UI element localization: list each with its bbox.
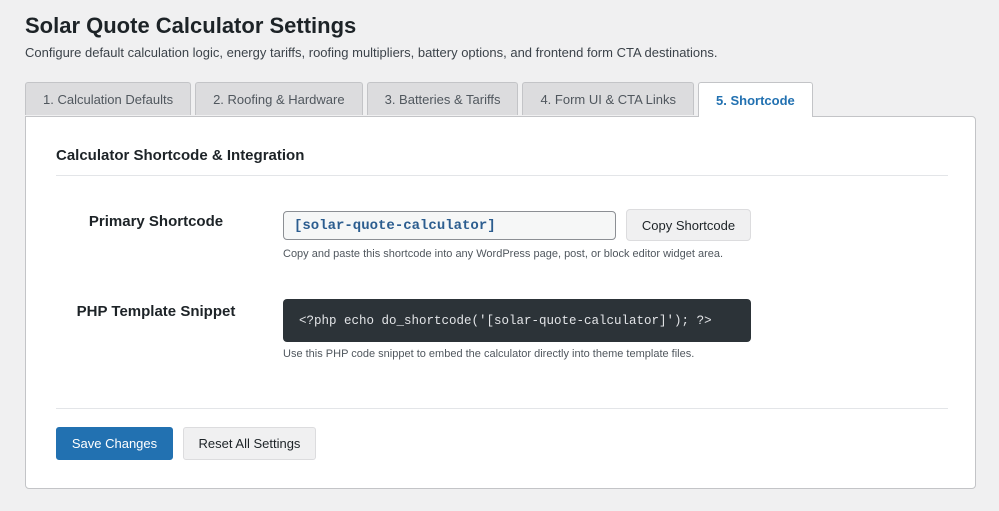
page-description: Configure default calculation logic, ene… <box>25 45 718 60</box>
actions-divider <box>56 408 948 409</box>
php-code-text: <?php echo do_shortcode('[solar-quote-ca… <box>299 313 712 328</box>
tab-form-ui-cta-links[interactable]: 4. Form UI & CTA Links <box>522 82 695 115</box>
save-changes-button[interactable]: Save Changes <box>56 427 173 460</box>
settings-tabs: 1. Calculation Defaults 2. Roofing & Har… <box>25 82 813 117</box>
page-title: Solar Quote Calculator Settings <box>25 13 357 38</box>
shortcode-input[interactable] <box>283 211 616 240</box>
php-code-snippet[interactable]: <?php echo do_shortcode('[solar-quote-ca… <box>283 299 751 342</box>
shortcode-help-text: Copy and paste this shortcode into any W… <box>283 248 724 260</box>
reset-settings-button[interactable]: Reset All Settings <box>183 427 316 460</box>
php-snippet-label: PHP Template Snippet <box>76 303 236 320</box>
section-title: Calculator Shortcode & Integration <box>56 147 305 164</box>
copy-shortcode-button[interactable]: Copy Shortcode <box>626 209 751 241</box>
tab-roofing-hardware[interactable]: 2. Roofing & Hardware <box>195 82 363 115</box>
settings-panel: Calculator Shortcode & Integration Prima… <box>25 116 976 489</box>
primary-shortcode-label: Primary Shortcode <box>88 213 224 230</box>
tab-shortcode[interactable]: 5. Shortcode <box>698 82 813 117</box>
tab-calculation-defaults[interactable]: 1. Calculation Defaults <box>25 82 192 115</box>
section-divider <box>56 175 948 176</box>
php-snippet-help-text: Use this PHP code snippet to embed the c… <box>283 348 695 360</box>
tab-batteries-tariffs[interactable]: 3. Batteries & Tariffs <box>366 82 519 115</box>
